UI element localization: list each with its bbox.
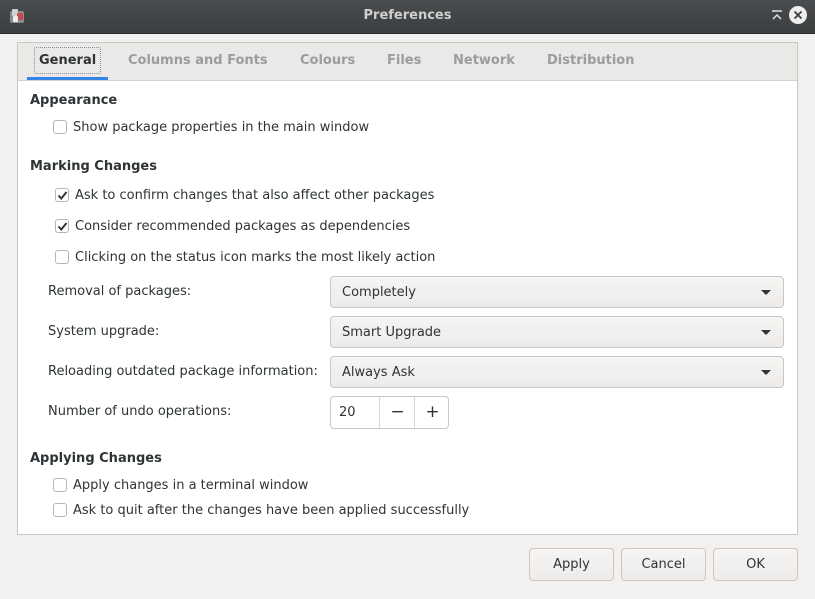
tab-label: Columns and Fonts xyxy=(128,53,268,68)
tab-network[interactable]: Network xyxy=(453,43,515,80)
reloading-combobox[interactable]: Always Ask xyxy=(330,356,784,388)
show-properties-checkbox-row[interactable]: Show package properties in the main wind… xyxy=(53,118,653,138)
status-icon-label: Clicking on the status icon marks the mo… xyxy=(75,250,436,265)
undo-value[interactable]: 20 xyxy=(339,405,356,420)
confirm-changes-label: Ask to confirm changes that also affect … xyxy=(75,188,435,203)
upgrade-combobox[interactable]: Smart Upgrade xyxy=(330,316,784,348)
cancel-button[interactable]: Cancel xyxy=(621,548,706,581)
preferences-notebook: General Columns and Fonts Colours Files … xyxy=(17,42,798,535)
decrement-button[interactable]: − xyxy=(379,397,415,428)
reloading-label: Reloading outdated package information: xyxy=(48,364,318,379)
tab-colours[interactable]: Colours xyxy=(300,43,355,80)
confirm-changes-checkbox-row[interactable]: Ask to confirm changes that also affect … xyxy=(55,186,655,206)
section-title-applying-changes: Applying Changes xyxy=(30,451,162,466)
recommended-deps-checkbox-row[interactable]: Consider recommended packages as depende… xyxy=(55,217,655,237)
dropdown-arrow-icon xyxy=(761,370,771,375)
tab-general[interactable]: General xyxy=(27,43,109,80)
recommended-deps-checkbox[interactable] xyxy=(55,219,69,233)
terminal-label: Apply changes in a terminal window xyxy=(73,478,309,493)
status-icon-checkbox-row[interactable]: Clicking on the status icon marks the mo… xyxy=(55,248,655,268)
checkmark-icon xyxy=(57,222,68,231)
tab-files[interactable]: Files xyxy=(387,43,421,80)
undo-label: Number of undo operations: xyxy=(48,404,232,419)
checkmark-icon xyxy=(57,191,68,200)
section-title-appearance: Appearance xyxy=(30,93,118,108)
status-icon-checkbox[interactable] xyxy=(55,250,69,264)
dropdown-arrow-icon xyxy=(761,290,771,295)
ask-quit-checkbox[interactable] xyxy=(53,503,67,517)
tab-distribution[interactable]: Distribution xyxy=(547,43,634,80)
upgrade-value: Smart Upgrade xyxy=(342,325,442,340)
ok-button[interactable]: OK xyxy=(713,548,798,581)
dropdown-arrow-icon xyxy=(761,330,771,335)
apply-button[interactable]: Apply xyxy=(529,548,614,581)
recommended-deps-label: Consider recommended packages as depende… xyxy=(75,219,411,234)
tab-label: Distribution xyxy=(547,53,635,68)
ask-quit-checkbox-row[interactable]: Ask to quit after the changes have been … xyxy=(53,501,653,521)
removal-label: Removal of packages: xyxy=(48,284,192,299)
terminal-checkbox[interactable] xyxy=(53,478,67,492)
show-properties-label: Show package properties in the main wind… xyxy=(73,120,370,135)
tab-label: Colours xyxy=(300,53,356,68)
ask-quit-label: Ask to quit after the changes have been … xyxy=(73,503,470,518)
show-properties-checkbox[interactable] xyxy=(53,120,67,134)
confirm-changes-checkbox[interactable] xyxy=(55,188,69,202)
reloading-value: Always Ask xyxy=(342,365,415,380)
upgrade-label: System upgrade: xyxy=(48,324,160,339)
maximize-icon[interactable] xyxy=(770,8,784,24)
removal-value: Completely xyxy=(342,285,416,300)
tab-label: Network xyxy=(453,53,515,68)
active-tab-indicator xyxy=(27,77,109,80)
close-icon[interactable] xyxy=(789,6,807,24)
increment-button[interactable]: + xyxy=(414,397,450,428)
removal-combobox[interactable]: Completely xyxy=(330,276,784,308)
title-bar: Preferences xyxy=(0,0,815,34)
undo-spinbutton[interactable]: 20 − + xyxy=(330,396,449,429)
tab-label: Files xyxy=(387,53,422,68)
tab-bar: General Columns and Fonts Colours Files … xyxy=(18,43,797,81)
window-title: Preferences xyxy=(363,8,452,23)
section-title-marking-changes: Marking Changes xyxy=(30,159,157,174)
tab-columns-and-fonts[interactable]: Columns and Fonts xyxy=(128,43,268,80)
terminal-checkbox-row[interactable]: Apply changes in a terminal window xyxy=(53,476,653,496)
